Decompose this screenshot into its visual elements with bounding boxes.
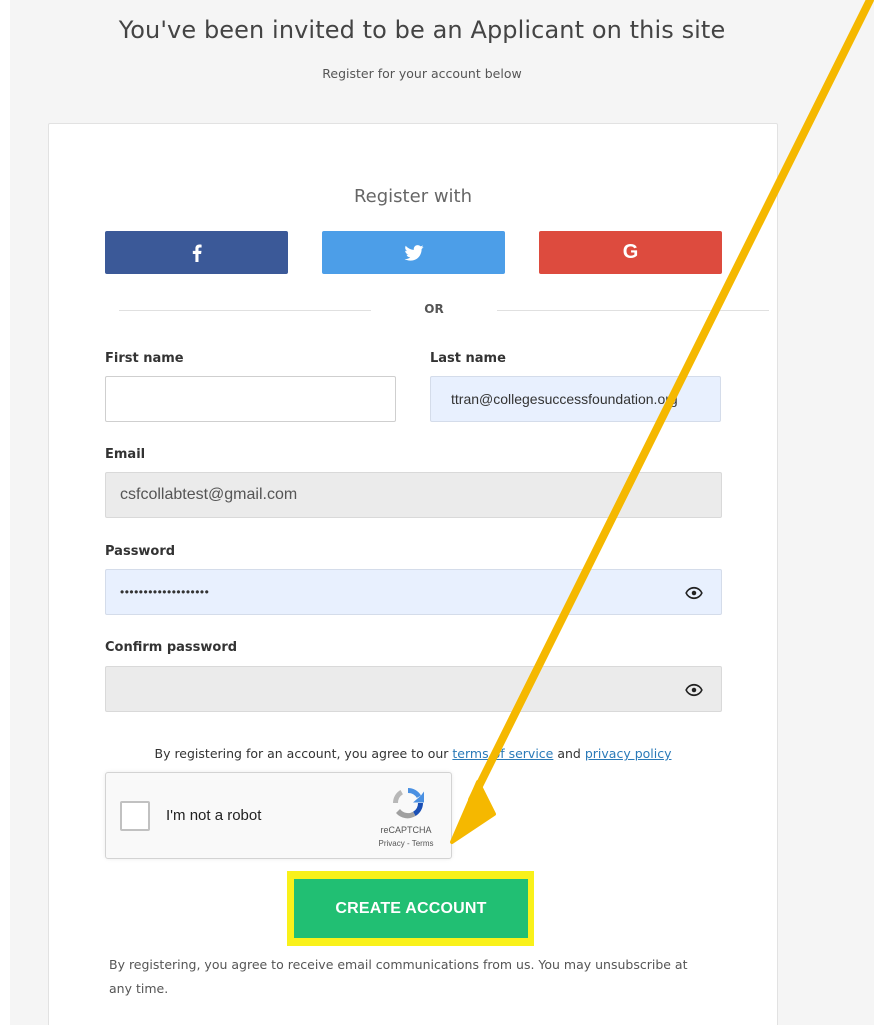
divider-line-left <box>119 310 371 311</box>
recaptcha-label: I'm not a robot <box>166 807 262 824</box>
divider-line-right <box>497 310 769 311</box>
email-value: csfcollabtest@gmail.com <box>120 486 298 503</box>
google-register-button[interactable]: G <box>539 231 722 274</box>
page-subtitle: Register for your account below <box>322 66 522 81</box>
last-name-field[interactable]: ttran@collegesuccessfoundation.org <box>430 376 721 422</box>
show-password-eye-icon[interactable] <box>685 584 703 602</box>
facebook-icon <box>192 244 202 262</box>
terms-notice: By registering for an account, you agree… <box>49 746 777 761</box>
recaptcha-brand: reCAPTCHA <box>380 825 432 835</box>
register-with-heading: Register with <box>353 186 473 207</box>
confirm-password-field[interactable] <box>105 666 722 712</box>
password-value: ••••••••••••••••••• <box>120 585 210 599</box>
page: You've been invited to be an Applicant o… <box>0 0 880 1025</box>
password-field[interactable]: ••••••••••••••••••• <box>105 569 722 615</box>
facebook-register-button[interactable] <box>105 231 288 274</box>
or-divider: OR <box>119 300 769 320</box>
show-confirm-password-eye-icon[interactable] <box>685 681 703 699</box>
twitter-register-button[interactable] <box>322 231 505 274</box>
google-icon: G <box>622 241 639 263</box>
recaptcha-widget: I'm not a robot reCAPTCHA Privacy - Term… <box>105 772 452 859</box>
recaptcha-privacy-terms[interactable]: Privacy - Terms <box>356 839 456 848</box>
confirm-password-label: Confirm password <box>105 640 238 655</box>
twitter-icon <box>403 244 424 261</box>
terms-of-service-link[interactable]: terms of service <box>452 746 553 761</box>
password-label: Password <box>105 544 176 559</box>
privacy-policy-link[interactable]: privacy policy <box>585 746 672 761</box>
email-label: Email <box>105 447 146 462</box>
page-left-edge <box>0 0 10 1025</box>
last-name-label: Last name <box>430 351 506 366</box>
create-account-button[interactable]: CREATE ACCOUNT <box>294 879 528 938</box>
first-name-field[interactable] <box>105 376 396 422</box>
first-name-label: First name <box>105 351 184 366</box>
terms-middle: and <box>553 746 585 761</box>
registration-card: Register with G OR First name Last name … <box>48 123 778 1025</box>
email-consent-note: By registering, you agree to receive ema… <box>109 957 688 996</box>
recaptcha-checkbox[interactable] <box>120 801 150 831</box>
page-right-edge <box>874 0 880 1025</box>
email-field[interactable]: csfcollabtest@gmail.com <box>105 472 722 518</box>
recaptcha-logo-icon <box>393 788 424 819</box>
terms-prefix: By registering for an account, you agree… <box>154 746 453 761</box>
page-title: You've been invited to be an Applicant o… <box>118 16 726 44</box>
or-label: OR <box>424 302 444 316</box>
last-name-value: ttran@collegesuccessfoundation.org <box>451 391 678 407</box>
